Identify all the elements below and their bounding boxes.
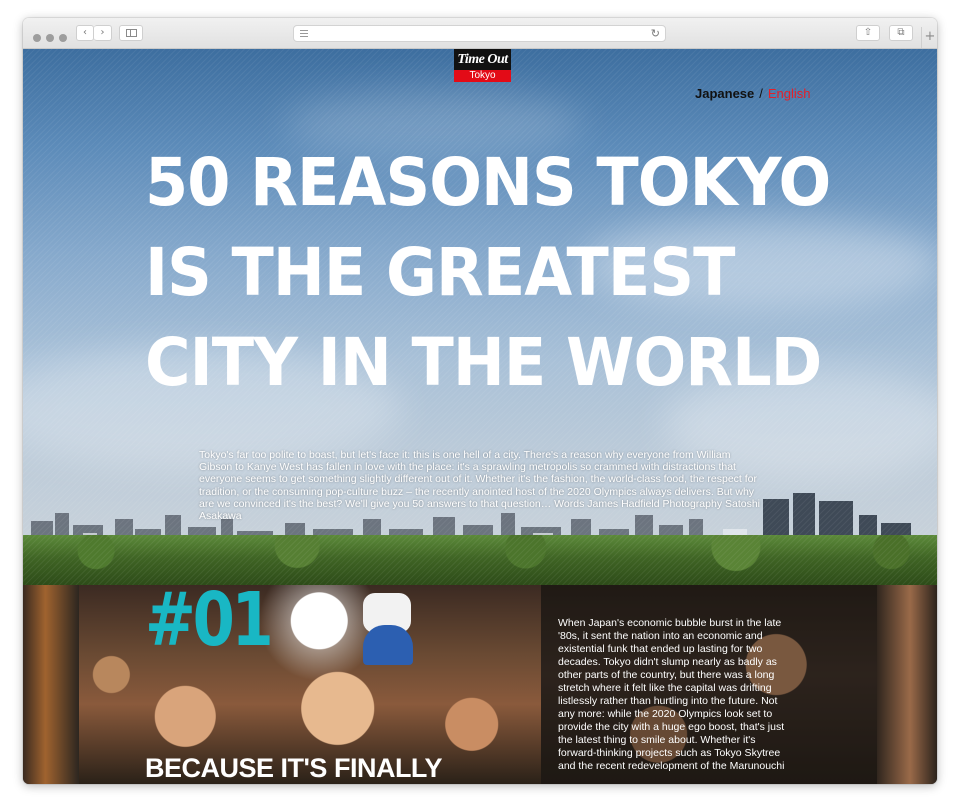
share-icon: ⇧: [863, 27, 873, 38]
new-tab-button[interactable]: +: [921, 27, 937, 48]
title-line: IS THE GREATEST: [145, 234, 735, 311]
language-separator: /: [759, 86, 763, 101]
chevron-left-icon: ‹: [83, 27, 87, 38]
back-button[interactable]: ‹: [76, 25, 94, 41]
title-line: CITY IN THE WORLD: [145, 324, 822, 401]
sidebar-toggle-button[interactable]: [119, 25, 143, 41]
timeout-tokyo-logo[interactable]: Time Out Tokyo: [454, 49, 511, 82]
logo-city: Tokyo: [454, 70, 511, 82]
zoom-window-button[interactable]: [59, 34, 67, 42]
sidebar-icon: [125, 29, 137, 37]
tree-canopy-image: [23, 535, 937, 587]
web-page: Time Out Tokyo Japanese / English 50 REASO…: [23, 49, 937, 784]
language-english-link[interactable]: English: [768, 86, 811, 101]
reader-view-icon[interactable]: [300, 30, 308, 37]
reason-number: #01: [145, 585, 274, 663]
crowd-photo: [23, 585, 79, 784]
intro-paragraph: Tokyo's far too polite to boast, but let…: [199, 449, 761, 523]
crowd-photo: [877, 585, 937, 784]
title-line: 50 REASONS TOKYO: [145, 144, 831, 221]
language-japanese-link[interactable]: Japanese: [695, 86, 754, 101]
address-bar[interactable]: ↻: [293, 25, 666, 42]
browser-window: ‹ › ↻ ⇧ ⧉ + Time Out Tokyo Japanese / En…: [23, 18, 937, 784]
reason-heading: BECAUSE IT'S FINALLY: [145, 753, 442, 783]
chevron-right-icon: ›: [100, 27, 105, 38]
close-window-button[interactable]: [33, 34, 41, 42]
photo-detail: [363, 625, 413, 665]
window-controls: [33, 29, 72, 47]
forward-button[interactable]: ›: [94, 25, 112, 41]
reload-icon[interactable]: ↻: [651, 27, 660, 40]
page-title: 50 REASONS TOKYO IS THE GREATEST CITY IN…: [145, 138, 831, 408]
browser-toolbar: ‹ › ↻ ⇧ ⧉ +: [23, 18, 937, 49]
minimize-window-button[interactable]: [46, 34, 54, 42]
tab-overview-button[interactable]: ⧉: [889, 25, 913, 41]
hero-section: Time Out Tokyo Japanese / English 50 REASO…: [23, 49, 937, 587]
tabs-icon: ⧉: [897, 27, 905, 38]
share-button[interactable]: ⇧: [856, 25, 880, 41]
language-switcher: Japanese / English: [695, 86, 811, 102]
reason-section-01: #01 When Japan's economic bubble burst i…: [23, 585, 937, 784]
reason-body-text: When Japan's economic bubble burst in th…: [558, 617, 785, 772]
logo-wordmark: Time Out: [454, 49, 511, 70]
